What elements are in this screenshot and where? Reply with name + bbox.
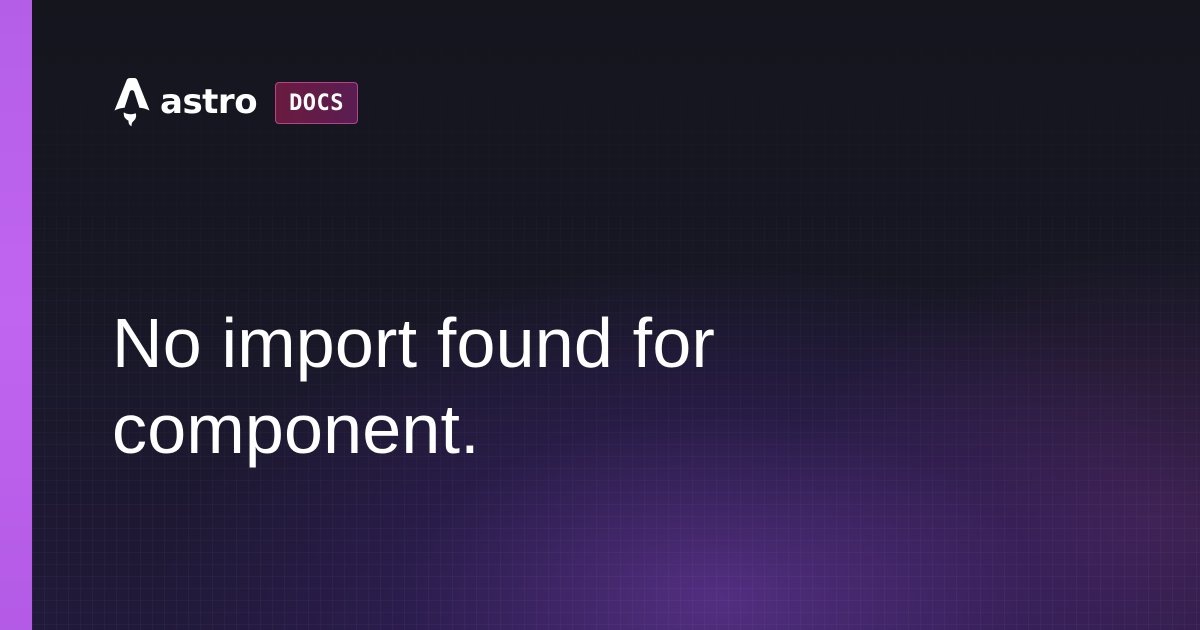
brand-lockup: astro DOCS xyxy=(112,78,359,127)
page-title: No import found for component. xyxy=(112,304,715,468)
astro-rocket-icon xyxy=(114,78,150,127)
og-card: astro DOCS No import found for component… xyxy=(0,0,1200,630)
brand-name: astro xyxy=(160,82,258,122)
accent-bar xyxy=(0,0,32,630)
docs-badge: DOCS xyxy=(275,82,359,124)
